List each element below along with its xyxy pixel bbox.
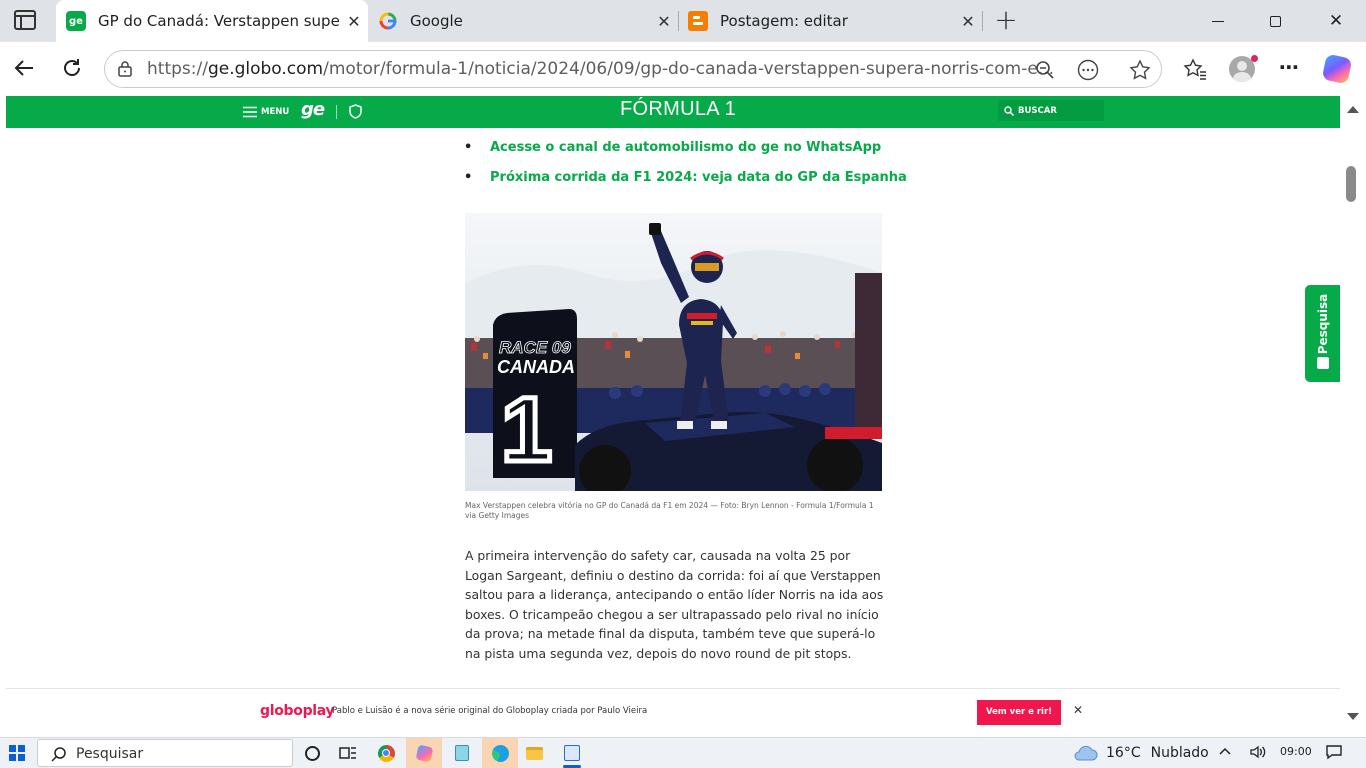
url-domain: ge.globo.com: [207, 59, 324, 79]
scroll-down-arrow[interactable]: [1347, 713, 1359, 720]
favorite-star-icon[interactable]: [1129, 59, 1151, 81]
scroll-up-arrow[interactable]: [1347, 106, 1359, 113]
site-header: MENU ge FÓRMULA 1 BUSCAR: [6, 96, 1340, 128]
minimize-button[interactable]: [1204, 8, 1232, 34]
url-path: /motor/formula-1/noticia/2024/06/09/gp-d…: [323, 59, 1055, 79]
shield-icon[interactable]: [349, 104, 362, 119]
whatsapp-channel-link[interactable]: Acesse o canal de automobilismo do ge no…: [490, 140, 881, 155]
menu-label: MENU: [261, 107, 290, 117]
article-paragraph: A primeira intervenção do safety car, ca…: [465, 548, 884, 661]
url-text: https://ge.globo.com/motor/formula-1/not…: [147, 59, 1054, 79]
tab-ge-article[interactable]: ge GP do Canadá: Verstappen supera Norri…: [56, 0, 368, 42]
header-divider: [336, 105, 337, 119]
reload-icon: [64, 59, 80, 76]
search-box[interactable]: BUSCAR: [998, 100, 1104, 121]
verstappen-celebration-image: RACE 09 CANADA 1: [465, 213, 882, 491]
close-window-button[interactable]: ✕: [1322, 8, 1350, 34]
address-bar[interactable]: https://ge.globo.com/motor/formula-1/not…: [104, 50, 1162, 88]
start-button[interactable]: [9, 745, 25, 761]
app-window-icon[interactable]: [560, 742, 584, 764]
more-tools-icon[interactable]: [1077, 59, 1099, 81]
cloud-icon: [1074, 745, 1098, 761]
tab-actions-icon[interactable]: [14, 10, 36, 30]
banner-text: Pablo e Luisão é a nova série original d…: [332, 706, 648, 716]
cortana-circle-icon: [304, 745, 320, 761]
section-title[interactable]: FÓRMULA 1: [620, 98, 736, 121]
back-arrow-icon: [14, 60, 33, 76]
navigation-bar: https://ge.globo.com/motor/formula-1/not…: [0, 42, 1366, 96]
pesquisa-widget[interactable]: Pesquisa: [1305, 285, 1340, 382]
reload-button[interactable]: [54, 50, 90, 86]
notification-dot: [1251, 55, 1258, 62]
article-photo[interactable]: RACE 09 CANADA 1: [465, 213, 882, 491]
restore-button[interactable]: [1262, 8, 1290, 34]
tab-title: GP do Canadá: Verstappen supera Norris c…: [98, 12, 340, 30]
task-view-icon[interactable]: [336, 742, 360, 764]
photo-caption: Max Verstappen celebra vitória no GP do …: [465, 501, 874, 520]
minimize-icon: [1212, 21, 1224, 22]
sign-position-text: 1: [501, 379, 552, 481]
back-button[interactable]: [6, 50, 42, 86]
sign-race-text: RACE 09: [499, 338, 571, 357]
file-explorer-icon[interactable]: [522, 742, 546, 764]
search-icon: [1004, 105, 1014, 116]
tab-title: Postagem: editar: [720, 12, 848, 30]
copilot-icon[interactable]: [1321, 53, 1353, 85]
url-scheme: https://: [147, 59, 208, 79]
taskbar-search-box[interactable]: Pesquisar: [37, 739, 293, 767]
scroll-thumb[interactable]: [1346, 166, 1356, 202]
banner-close-icon[interactable]: ✕: [1070, 703, 1086, 721]
notepad-icon[interactable]: [450, 742, 474, 764]
weather-text: Nublado: [1150, 745, 1209, 761]
hamburger-icon: [243, 106, 257, 118]
show-hidden-icons-chevron[interactable]: [1218, 744, 1232, 760]
survey-icon: [1317, 357, 1329, 369]
globoplay-logo[interactable]: globoplay: [260, 703, 335, 719]
volume-icon[interactable]: [1249, 744, 1267, 764]
pesquisa-label: Pesquisa: [1316, 293, 1330, 355]
windows-icon: [9, 745, 25, 761]
favorites-icon[interactable]: [1183, 58, 1207, 80]
weather-widget[interactable]: 16°C Nublado: [1072, 743, 1209, 763]
clock-text[interactable]: 09:00: [1280, 745, 1312, 758]
ge-logo[interactable]: ge: [301, 99, 325, 120]
google-icon: [378, 11, 398, 31]
windows-taskbar: Pesquisar 16°C Nublado 09:00: [0, 737, 1366, 768]
menu-button[interactable]: MENU: [243, 105, 289, 119]
copilot-taskbar-icon[interactable]: [406, 738, 442, 768]
temperature-text: 16°C: [1106, 745, 1141, 761]
restore-icon: [1270, 16, 1281, 27]
close-tab-icon[interactable]: ✕: [650, 12, 678, 31]
close-tab-icon[interactable]: ✕: [954, 12, 982, 31]
chrome-icon[interactable]: [374, 742, 398, 764]
notifications-icon[interactable]: [1325, 744, 1343, 764]
tab-blogger[interactable]: Postagem: editar ✕: [678, 0, 982, 42]
site-info-icon[interactable]: [116, 60, 134, 78]
taskbar-search-placeholder: Pesquisar: [76, 746, 144, 762]
settings-menu-icon[interactable]: ⋯: [1276, 56, 1302, 82]
close-tab-icon[interactable]: ✕: [340, 12, 368, 31]
ge-icon: ge: [66, 11, 86, 31]
globoplay-banner: globoplay Pablo e Luisão é a nova série …: [6, 688, 1340, 736]
new-tab-button[interactable]: +: [992, 4, 1020, 36]
bullet-dot: •: [464, 140, 473, 155]
tab-title: Google: [410, 12, 463, 30]
task-view-button[interactable]: [300, 742, 324, 764]
blogger-icon: [688, 11, 708, 31]
search-icon: [51, 747, 66, 762]
sign-country-text: CANADA: [497, 357, 575, 377]
tab-divider: [982, 11, 983, 31]
zoom-icon[interactable]: [1035, 60, 1055, 80]
next-race-link[interactable]: Próxima corrida da F1 2024: veja data do…: [490, 170, 907, 185]
banner-cta-button[interactable]: Vem ver e rir!: [977, 700, 1061, 725]
page-scrollbar[interactable]: [1341, 96, 1366, 730]
edge-taskbar-icon[interactable]: [482, 738, 518, 768]
article-content: • Acesse o canal de automobilismo do ge …: [6, 128, 1340, 688]
tab-strip: ge GP do Canadá: Verstappen supera Norri…: [0, 0, 1366, 42]
bullet-dot: •: [464, 170, 473, 185]
tab-google[interactable]: Google ✕: [368, 0, 678, 42]
search-label: BUSCAR: [1018, 105, 1057, 116]
